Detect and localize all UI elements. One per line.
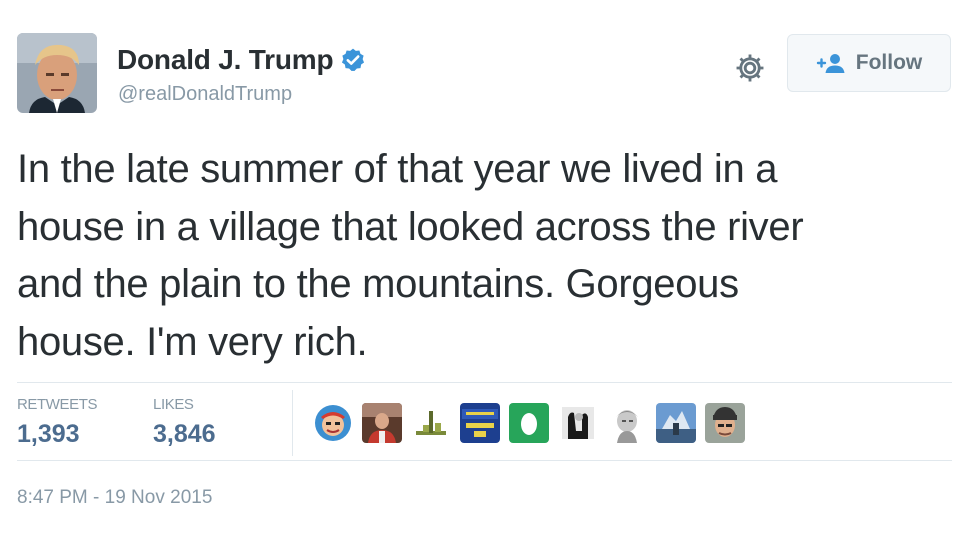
gear-icon[interactable] [733,51,767,85]
likes-count[interactable]: 3,846 [153,420,216,449]
liker-avatar-6[interactable] [558,403,598,443]
liker-avatar-4[interactable] [460,403,500,443]
add-user-icon [816,54,845,73]
stats-top-divider [17,382,952,383]
tweet-text-line: In the late summer of that year we lived… [17,147,778,191]
author-name[interactable]: Donald J. Trump [117,44,334,76]
retweets-count[interactable]: 1,393 [17,420,97,449]
retweets-label: RETWEETS [17,396,98,413]
tweet-text-line: house in a village that looked across th… [17,204,804,249]
follow-label: Follow [855,51,923,74]
tweet-card: Donald J. Trump @realDonaldTrump Follow … [0,0,980,542]
liker-avatar-7[interactable] [607,403,647,443]
tweet-timestamp[interactable]: 8:47 PM - 19 Nov 2015 [17,487,212,509]
follow-button[interactable]: Follow [787,34,951,92]
author-avatar-image [17,33,97,113]
author-handle[interactable]: @realDonaldTrump [118,83,292,106]
tweet-text-line: and the plain to the mountains. Gorgeous [17,262,739,306]
author-avatar[interactable] [17,33,97,113]
verified-badge-icon [342,48,365,72]
liker-avatar-8[interactable] [656,403,696,443]
likes-stat[interactable]: LIKES 3,846 [153,396,216,449]
liker-avatar-3[interactable] [411,403,451,443]
liker-avatar-1[interactable] [313,403,353,443]
retweets-stat[interactable]: RETWEETS 1,393 [17,396,98,449]
stats-vertical-divider [292,390,293,456]
tweet-text-line: house. I'm very rich. [17,319,368,364]
liker-avatar-5[interactable] [509,403,549,443]
likes-label: LIKES [153,396,194,413]
liker-avatar-9[interactable] [705,403,745,443]
stats-bottom-divider [17,460,952,461]
author-name-row[interactable]: Donald J. Trump [117,44,366,76]
tweet-text: In the late summer of that year we lived… [17,141,967,371]
liker-avatar-2[interactable] [362,403,402,443]
liker-avatars [313,403,754,443]
